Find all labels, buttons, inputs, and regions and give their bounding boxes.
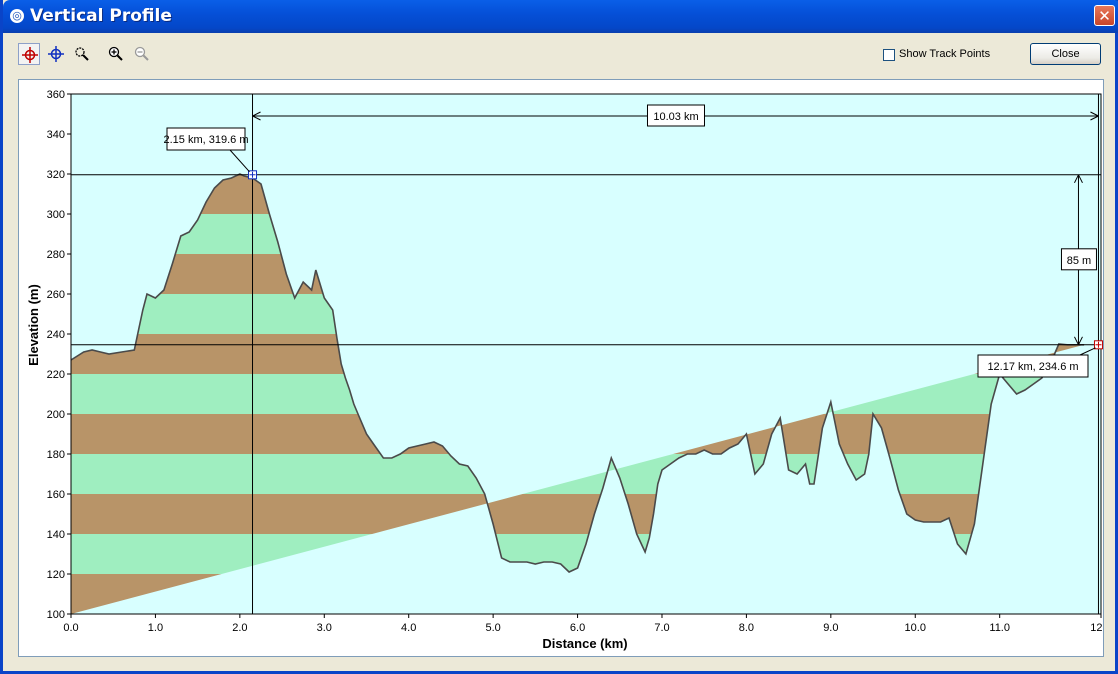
- y-tick-label: 300: [47, 209, 65, 221]
- x-tick-label: 1.0: [148, 622, 163, 634]
- x-tick-label: 9.0: [823, 622, 838, 634]
- y-tick-label: 260: [47, 289, 65, 301]
- zoom-box-icon[interactable]: [71, 43, 93, 65]
- title-bar[interactable]: ◎ Vertical Profile ✕: [3, 0, 1118, 33]
- y-tick-label: 220: [47, 369, 65, 381]
- show-track-points-checkbox[interactable]: [883, 49, 895, 61]
- x-tick-label: 11.0: [989, 622, 1010, 634]
- x-tick-label: 10.0: [905, 622, 926, 634]
- window-close-button[interactable]: ✕: [1094, 5, 1115, 26]
- globe-icon: ◎: [10, 9, 24, 23]
- y-tick-label: 340: [47, 129, 65, 141]
- window-title: Vertical Profile: [30, 6, 172, 26]
- x-tick-label: 4.0: [401, 622, 416, 634]
- x-tick-label: 7.0: [654, 622, 669, 634]
- y-tick-label: 180: [47, 449, 65, 461]
- crosshair-red-icon[interactable]: [18, 43, 40, 65]
- crosshair-blue-icon[interactable]: [45, 43, 67, 65]
- x-tick-label: 2.0: [232, 622, 247, 634]
- y-tick-label: 140: [47, 529, 65, 541]
- y-tick-label: 280: [47, 249, 65, 261]
- y-axis-label: Elevation (m): [26, 284, 41, 366]
- y-tick-label: 320: [47, 169, 65, 181]
- x-tick-label: 6.0: [570, 622, 585, 634]
- zoom-in-icon[interactable]: [105, 43, 127, 65]
- profile-chart-panel: 100 120 140 160 180 200 220 240 260 280 300 320 340 3…: [18, 79, 1112, 657]
- elevation-profile-chart[interactable]: 100 120 140 160 180 200 220 240 260 280 300 320 340 3…: [19, 80, 1112, 656]
- x-tick-label: 12.2: [1090, 622, 1103, 634]
- elevation-diff-label: 85 m: [1067, 255, 1091, 267]
- x-tick-label: 3.0: [317, 622, 332, 634]
- y-tick-label: 160: [47, 489, 65, 501]
- vertical-profile-window: ◎ Vertical Profile ✕ Show Track Points C…: [0, 0, 1118, 674]
- x-axis-label: Distance (km): [542, 636, 627, 651]
- marker-a-label: 2.15 km, 319.6 m: [164, 134, 249, 146]
- y-tick-label: 240: [47, 329, 65, 341]
- y-tick-label: 120: [47, 569, 65, 581]
- close-button[interactable]: Close: [1030, 43, 1101, 65]
- distance-label: 10.03 km: [653, 111, 698, 123]
- marker-b-label: 12.17 km, 234.6 m: [987, 361, 1078, 373]
- x-tick-label: 8.0: [739, 622, 754, 634]
- y-tick-label: 100: [47, 609, 65, 621]
- x-tick-label: 0.0: [63, 622, 78, 634]
- y-tick-label: 200: [47, 409, 65, 421]
- zoom-out-icon[interactable]: [131, 43, 153, 65]
- x-tick-label: 5.0: [485, 622, 500, 634]
- y-tick-label: 360: [47, 89, 65, 101]
- toolbar: Show Track Points Close: [3, 33, 1118, 77]
- show-track-points-label[interactable]: Show Track Points: [899, 48, 990, 60]
